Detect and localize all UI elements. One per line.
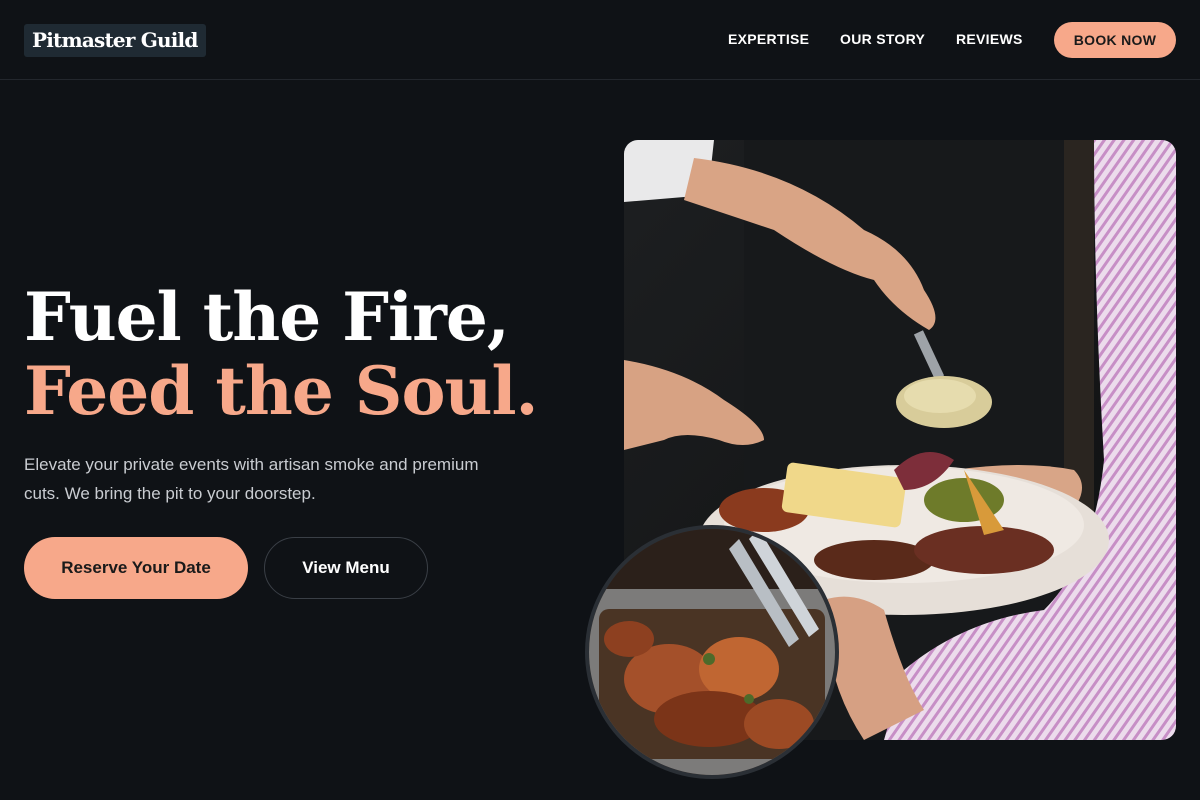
reserve-date-button[interactable]: Reserve Your Date [24, 537, 248, 599]
inset-photo-grilled-meat [585, 525, 839, 779]
site-header: Pitmaster Guild EXPERTISE OUR STORY REVI… [0, 0, 1200, 80]
nav-link-reviews[interactable]: REVIEWS [956, 31, 1023, 47]
view-menu-button[interactable]: View Menu [264, 537, 428, 599]
brand-logo[interactable]: Pitmaster Guild [24, 24, 206, 57]
hero-headline-line-1: Fuel the Fire, [24, 278, 510, 356]
nav-link-our-story[interactable]: OUR STORY [840, 31, 925, 47]
nav-link-expertise[interactable]: EXPERTISE [728, 31, 809, 47]
hero-subtext: Elevate your private events with artisan… [24, 455, 479, 503]
book-now-button[interactable]: BOOK NOW [1054, 22, 1176, 58]
hero-headline-line-2: Feed the Soul. [24, 352, 539, 430]
hero-headline: Fuel the Fire, Feed the Soul. [24, 280, 584, 428]
